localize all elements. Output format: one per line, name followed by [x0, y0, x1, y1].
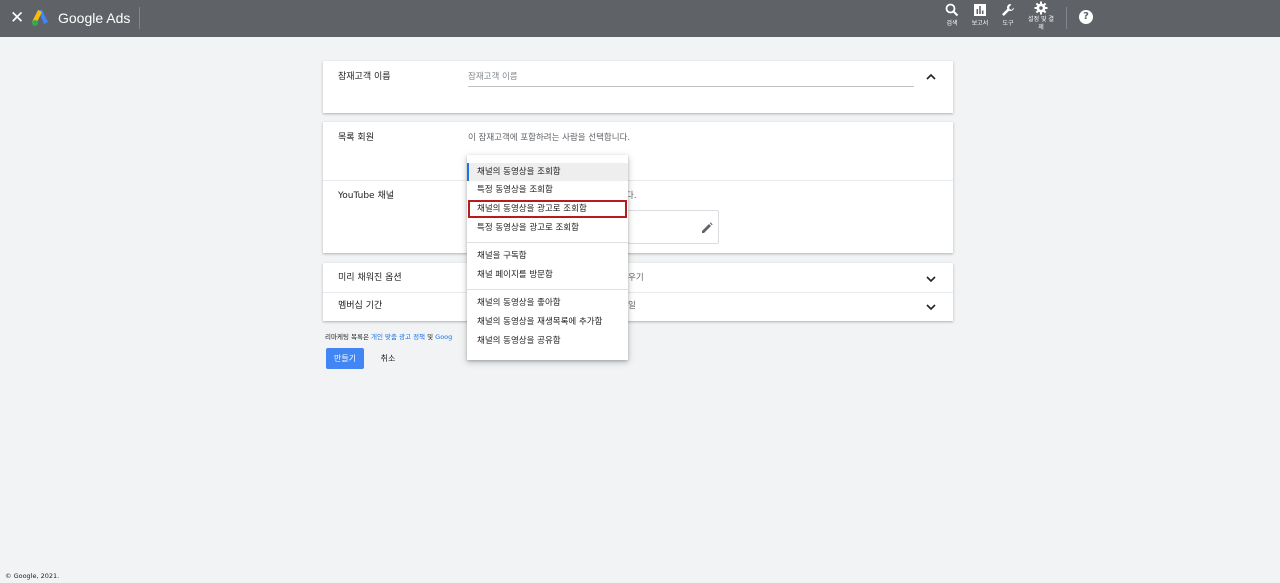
- members-dropdown-menu: 채널의 동영상을 조회함 특정 동영상을 조회함 채널의 동영상을 광고로 조회…: [467, 155, 628, 360]
- options-card: 미리 채워진 옵션 우기 멤버십 기간 일: [323, 263, 953, 321]
- header-divider: [139, 7, 140, 29]
- chevron-down-icon[interactable]: [925, 273, 937, 285]
- menu-item-channel-video-viewed-as-ad[interactable]: 채널의 동영상을 광고로 조회함: [468, 200, 627, 218]
- top-app-bar: ✕ Google Ads 검색 보고서 도구 설정 및 결제 ?: [0, 0, 1280, 37]
- membership-duration-value: 일: [628, 301, 636, 311]
- create-button[interactable]: 만들기: [326, 348, 364, 369]
- policy-prefix: 리마케팅 목록은: [325, 333, 371, 341]
- menu-item-specific-video-viewed-as-ad[interactable]: 특정 동영상을 광고로 조회함: [467, 219, 628, 237]
- reports-icon: [974, 4, 986, 16]
- wrench-icon: [1002, 4, 1014, 16]
- prefill-options-label: 미리 채워진 옵션: [338, 273, 402, 283]
- header-divider: [1066, 7, 1067, 29]
- gear-icon: [1034, 1, 1048, 15]
- search-tool[interactable]: 검색: [941, 3, 963, 35]
- menu-divider: [467, 242, 628, 243]
- tools-tool-label: 도구: [1002, 20, 1014, 27]
- menu-item-subscribed-to-channel[interactable]: 채널을 구독함: [467, 247, 628, 265]
- policy-middle: 및: [425, 333, 436, 341]
- youtube-channel-label: YouTube 채널: [338, 191, 395, 201]
- policy-link[interactable]: 개인 맞춤 광고 정책: [371, 333, 425, 341]
- membership-duration-label: 멤버십 기간: [338, 301, 383, 311]
- menu-item-channel-video-viewed[interactable]: 채널의 동영상을 조회함: [467, 163, 628, 181]
- close-icon[interactable]: ✕: [10, 8, 24, 28]
- google-policy-link[interactable]: Goog: [435, 333, 452, 341]
- pencil-icon[interactable]: [701, 222, 713, 234]
- menu-item-shared-channel-video[interactable]: 채널의 동영상을 공유함: [467, 332, 628, 350]
- members-label: 목록 회원: [338, 133, 374, 143]
- reports-tool-label: 보고서: [971, 20, 989, 27]
- menu-divider: [467, 289, 628, 290]
- members-hint: 이 잠재고객에 포함하려는 사람을 선택합니다.: [468, 133, 631, 143]
- section-divider: [323, 292, 953, 293]
- chevron-down-icon[interactable]: [925, 301, 937, 313]
- menu-item-liked-channel-video[interactable]: 채널의 동영상을 좋아함: [467, 294, 628, 312]
- members-card: 목록 회원 이 잠재고객에 포함하려는 사람을 선택합니다. YouTube 채…: [323, 122, 953, 253]
- google-ads-logo: [32, 10, 48, 26]
- prefill-options-value: 우기: [628, 273, 644, 283]
- audience-name-input[interactable]: 잠재고객 이름: [468, 70, 914, 87]
- copyright: © Google, 2021.: [5, 572, 60, 580]
- app-title: Google Ads: [58, 10, 131, 26]
- menu-item-specific-video-viewed[interactable]: 특정 동영상을 조회함: [467, 181, 628, 199]
- settings-tool[interactable]: 설정 및 결제: [1026, 1, 1056, 33]
- search-icon: [945, 3, 959, 17]
- cancel-button[interactable]: 취소: [372, 348, 404, 369]
- settings-tool-label: 설정 및 결제: [1028, 16, 1054, 31]
- menu-item-visited-channel-page[interactable]: 채널 페이지를 방문함: [467, 266, 628, 284]
- policy-notice: 리마케팅 목록은 개인 맞춤 광고 정책 및 Goog: [325, 332, 452, 342]
- tools-tool[interactable]: 도구: [997, 3, 1019, 35]
- audience-name-label: 잠재고객 이름: [338, 72, 391, 82]
- section-divider: [323, 180, 953, 181]
- reports-tool[interactable]: 보고서: [968, 3, 992, 35]
- chevron-up-icon[interactable]: [925, 71, 937, 83]
- search-tool-label: 검색: [946, 20, 958, 27]
- audience-name-card: 잠재고객 이름 잠재고객 이름: [323, 61, 953, 113]
- help-icon[interactable]: ?: [1079, 10, 1093, 24]
- menu-item-added-to-playlist[interactable]: 채널의 동영상을 재생목록에 추가함: [467, 313, 628, 331]
